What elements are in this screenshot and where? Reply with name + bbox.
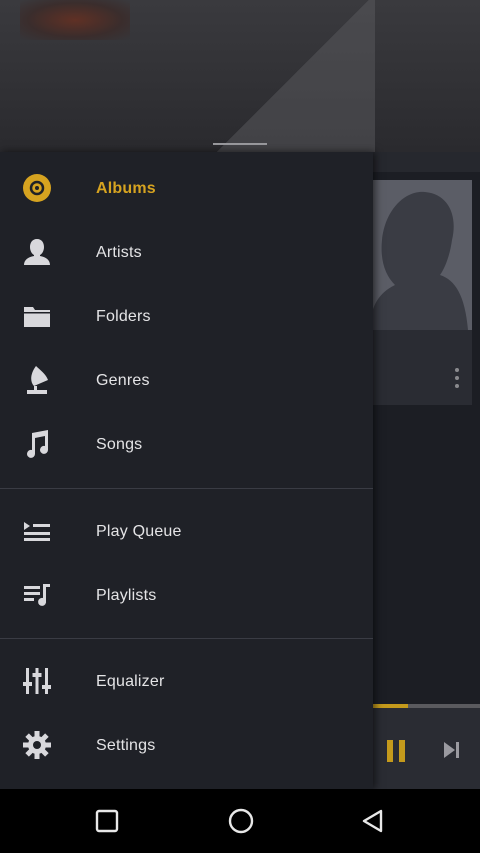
pause-icon[interactable] [384, 738, 408, 769]
drawer-item-label: Equalizer [96, 673, 165, 690]
navigation-drawer: Albums Artists Folders Genres Songs Play… [0, 152, 373, 789]
play-queue-icon [20, 514, 54, 548]
playlist-icon [20, 578, 54, 612]
music-note-icon [20, 427, 54, 461]
drawer-item-label: Genres [96, 372, 150, 389]
gear-icon [20, 728, 54, 762]
skip-next-icon[interactable] [442, 740, 462, 765]
drawer-item-genres[interactable]: Genres [0, 349, 373, 413]
drawer-item-label: Albums [96, 180, 156, 197]
drawer-item-folders[interactable]: Folders [0, 285, 373, 349]
drawer-item-label: Settings [96, 737, 156, 754]
drawer-item-label: Folders [96, 308, 151, 325]
drawer-item-albums[interactable]: Albums [0, 157, 373, 221]
home-icon[interactable] [227, 807, 255, 835]
drawer-item-play-queue[interactable]: Play Queue [0, 500, 373, 564]
album-art-blurred [20, 0, 130, 40]
drawer-item-artists[interactable]: Artists [0, 221, 373, 285]
gramophone-icon [20, 363, 54, 397]
equalizer-icon [20, 664, 54, 698]
album-disc-icon [20, 171, 54, 205]
drawer-divider [0, 638, 373, 639]
drawer-item-settings[interactable]: Settings [0, 714, 373, 778]
drawer-item-label: Play Queue [96, 523, 182, 540]
drawer-item-label: Playlists [96, 587, 157, 604]
folder-icon [20, 299, 54, 333]
more-options-icon[interactable] [454, 368, 460, 390]
header-decoration [210, 0, 375, 152]
system-nav-bar [0, 789, 480, 853]
recent-apps-icon[interactable] [95, 809, 119, 833]
drawer-item-songs[interactable]: Songs [0, 413, 373, 477]
drawer-item-equalizer[interactable]: Equalizer [0, 650, 373, 714]
now-playing-header [0, 0, 480, 152]
drawer-divider [0, 488, 373, 489]
back-icon[interactable] [361, 809, 385, 833]
drawer-item-label: Songs [96, 436, 143, 453]
drawer-item-playlists[interactable]: Playlists [0, 564, 373, 628]
drag-handle[interactable] [213, 143, 267, 145]
drawer-item-label: Artists [96, 244, 142, 261]
artist-person-icon [20, 235, 54, 269]
